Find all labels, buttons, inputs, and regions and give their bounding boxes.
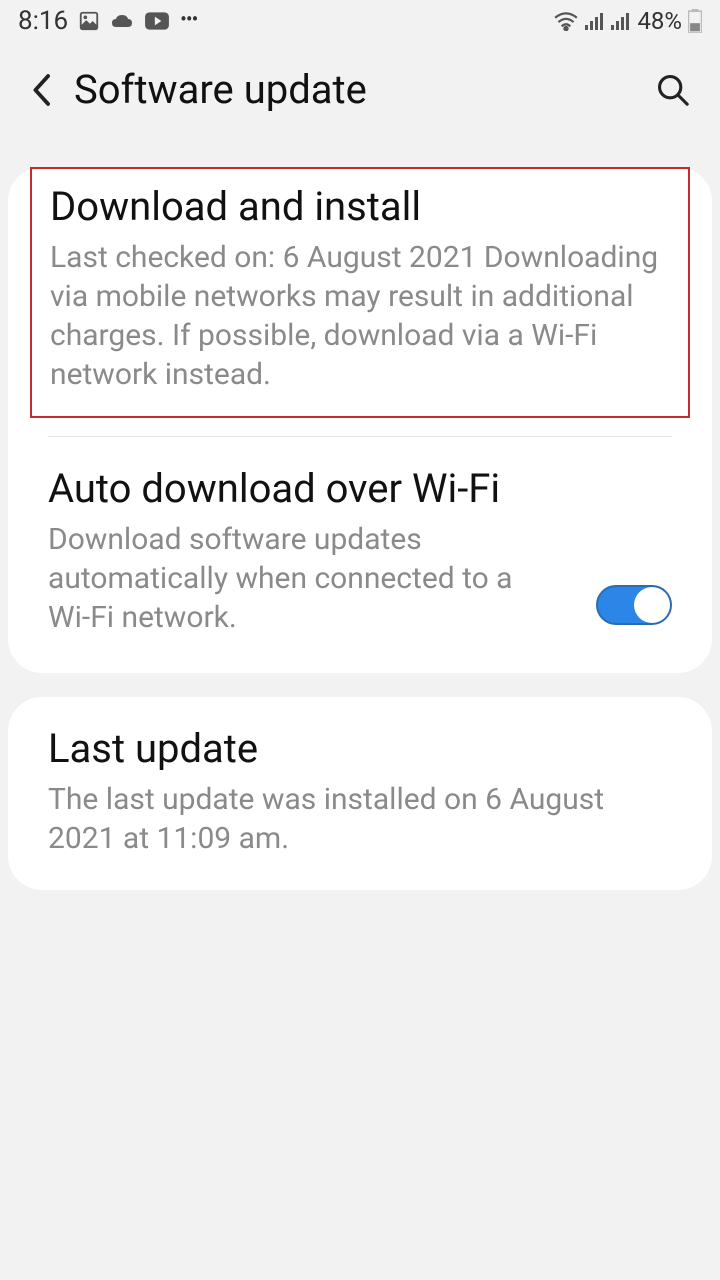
back-button[interactable] xyxy=(30,71,56,109)
item-subtitle: The last update was installed on 6 Augus… xyxy=(48,780,672,858)
last-update-item[interactable]: Last update The last update was installe… xyxy=(8,697,712,890)
item-title: Last update xyxy=(48,725,672,772)
status-bar: 8:16 ••• 48% xyxy=(0,0,720,42)
settings-card-1: Download and install Last checked on: 6 … xyxy=(8,167,712,673)
status-left: 8:16 ••• xyxy=(18,6,197,36)
item-title: Auto download over Wi-Fi xyxy=(48,465,556,512)
item-subtitle: Download software updates automatically … xyxy=(48,520,556,637)
signal1-icon xyxy=(585,12,605,30)
wifi-icon xyxy=(553,11,579,31)
settings-card-2: Last update The last update was installe… xyxy=(8,697,712,890)
item-title: Download and install xyxy=(50,183,670,230)
battery-icon xyxy=(688,9,702,33)
status-right: 48% xyxy=(553,7,702,35)
auto-download-item[interactable]: Auto download over Wi-Fi Download softwa… xyxy=(8,437,712,673)
search-button[interactable] xyxy=(656,73,690,107)
auto-download-toggle[interactable] xyxy=(596,585,672,625)
page-title: Software update xyxy=(74,66,638,113)
status-time: 8:16 xyxy=(18,6,68,36)
header: Software update xyxy=(0,42,720,145)
download-install-item[interactable]: Download and install Last checked on: 6 … xyxy=(30,167,690,418)
battery-percent: 48% xyxy=(637,7,682,35)
toggle-knob xyxy=(634,587,670,623)
image-icon xyxy=(78,10,100,32)
youtube-icon xyxy=(144,11,170,31)
more-icon: ••• xyxy=(180,9,197,29)
item-subtitle: Last checked on: 6 August 2021 Downloadi… xyxy=(50,238,670,394)
cloud-icon xyxy=(110,12,134,30)
signal2-icon xyxy=(611,12,631,30)
